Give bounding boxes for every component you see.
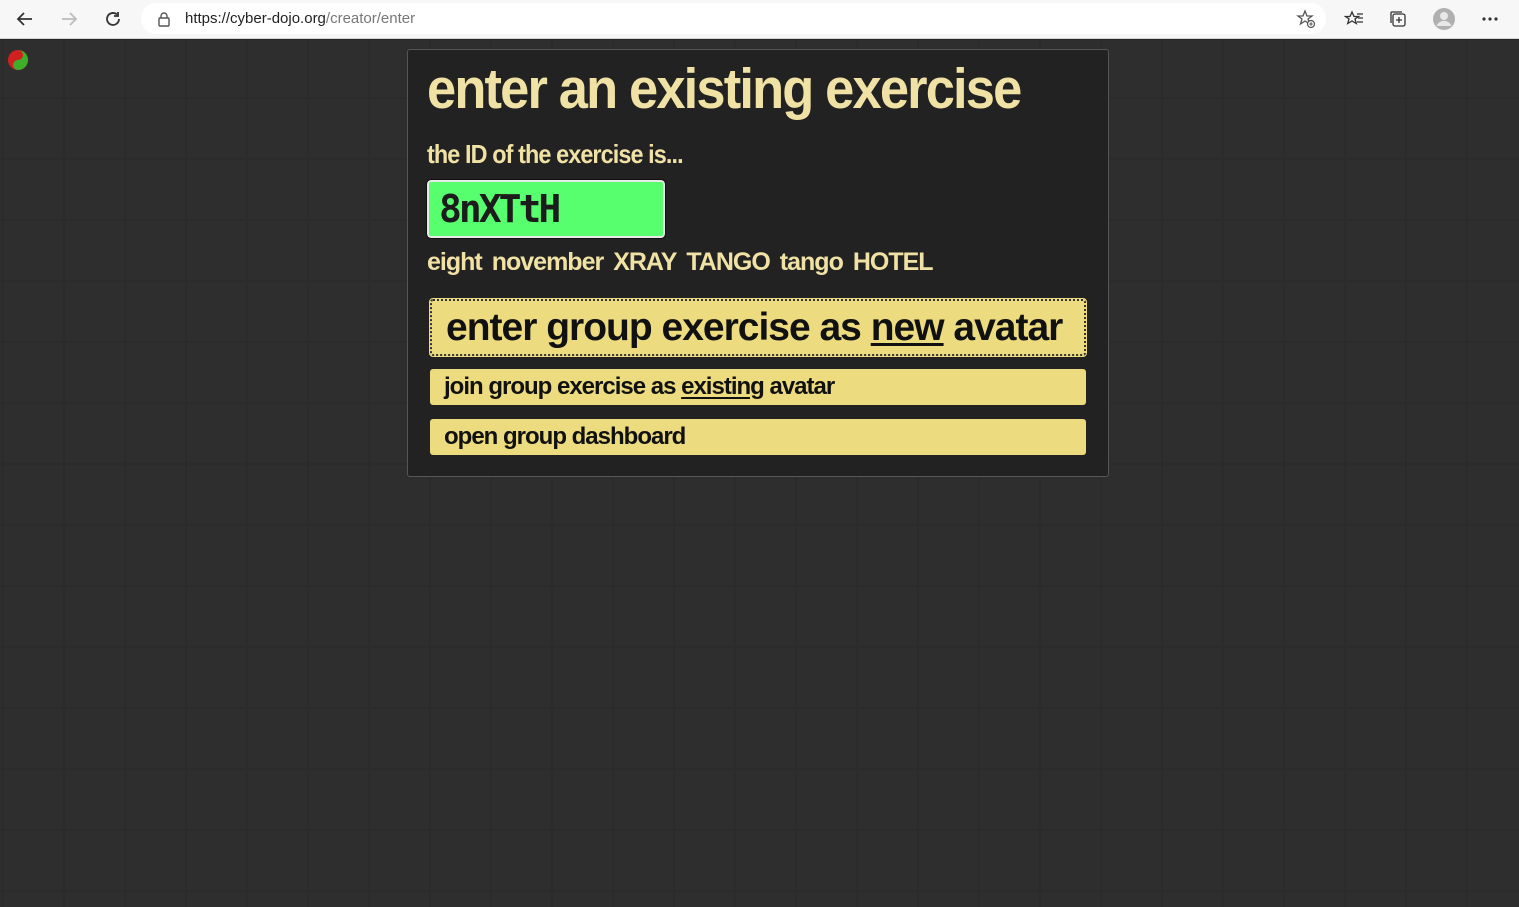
button-text: join group exercise as [444, 373, 682, 400]
collections-icon[interactable] [1382, 3, 1414, 35]
url-path: /creator/enter [325, 10, 416, 27]
join-as-existing-avatar-button[interactable]: join group exercise as existing avatar [430, 369, 1086, 405]
enter-exercise-panel: enter an existing exercise the ID of the… [407, 49, 1109, 477]
button-text-emphasis: existing [681, 373, 765, 400]
phonetic-word: tango [779, 248, 844, 276]
url-host: https://cyber-dojo.org [185, 10, 326, 27]
phonetic-word: november [491, 248, 604, 276]
phonetic-word: HOTEL [852, 248, 934, 276]
open-group-dashboard-button[interactable]: open group dashboard [430, 419, 1086, 455]
button-text-emphasis: new [870, 305, 945, 349]
favorites-icon[interactable] [1338, 3, 1370, 35]
phonetic-id: eight november XRAY TANGO tango HOTEL [427, 248, 934, 277]
profile-icon[interactable] [1428, 3, 1460, 35]
phonetic-word: TANGO [686, 248, 770, 276]
address-bar[interactable]: https://cyber-dojo.org/creator/enter [141, 3, 1326, 34]
page-title: enter an existing exercise [427, 57, 1022, 121]
back-icon[interactable] [9, 3, 41, 35]
phonetic-word: XRAY [613, 248, 677, 276]
button-text: avatar [943, 305, 1063, 349]
more-icon[interactable] [1474, 3, 1506, 35]
enter-as-new-avatar-button[interactable]: enter group exercise as new avatar [429, 298, 1087, 357]
lock-icon [157, 11, 173, 27]
cyber-dojo-logo-icon[interactable] [7, 49, 29, 71]
browser-toolbar: https://cyber-dojo.org/creator/enter [0, 0, 1519, 39]
button-text: enter group exercise as [446, 305, 871, 349]
phonetic-word: eight [427, 248, 483, 276]
forward-icon[interactable] [53, 3, 85, 35]
add-favorite-icon[interactable] [1296, 9, 1316, 33]
exercise-id-input[interactable] [426, 179, 666, 239]
reload-icon[interactable] [97, 3, 129, 35]
id-prompt: the ID of the exercise is... [427, 139, 684, 169]
button-text: open group dashboard [444, 423, 686, 450]
button-text: avatar [763, 373, 835, 400]
